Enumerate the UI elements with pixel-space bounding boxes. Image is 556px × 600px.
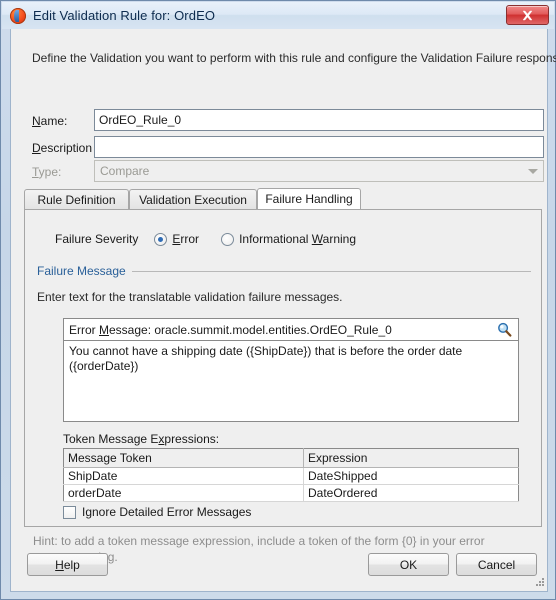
failure-handling-panel: Failure Severity Error Informational War…	[24, 209, 542, 527]
name-label-rest: ame:	[40, 114, 68, 128]
checkbox-control	[63, 505, 76, 519]
help-button-label: Help	[55, 557, 80, 572]
cancel-button[interactable]: Cancel	[456, 553, 537, 576]
failure-message-section-header: Failure Message	[37, 264, 531, 278]
ok-button[interactable]: OK	[368, 553, 449, 576]
dialog-client-area: Define the Validation you want to perfor…	[10, 29, 556, 592]
section-divider	[131, 270, 531, 272]
window-title: Edit Validation Rule for: OrdEO	[33, 8, 216, 23]
cancel-button-label: Cancel	[477, 557, 516, 572]
error-message-header-label: Error Message: oracle.summit.model.entit…	[69, 322, 392, 337]
radio-error-label: Error	[172, 232, 200, 246]
close-button[interactable]	[506, 5, 549, 25]
error-message-group: Error Message: oracle.summit.model.entit…	[63, 318, 519, 422]
token-table-label: Token Message Expressions:	[63, 432, 220, 446]
cell-message-token: ShipDate	[63, 467, 304, 485]
tab-rule-definition[interactable]: Rule Definition	[24, 189, 129, 209]
dialog-window: Edit Validation Rule for: OrdEO Define t…	[0, 0, 556, 600]
token-message-expressions-table: Message Token Expression ShipDate DateSh…	[63, 448, 519, 502]
checkbox-label: Ignore Detailed Error Messages	[82, 505, 252, 519]
radio-informational-warning-label: Informational Warning	[239, 232, 357, 246]
table-row[interactable]: orderDate DateOrdered	[63, 484, 519, 502]
column-header-message-token: Message Token	[63, 448, 304, 468]
chevron-down-icon	[523, 161, 543, 181]
failure-severity-row: Failure Severity Error Informational War…	[55, 232, 378, 246]
radio-error-control	[154, 232, 168, 246]
radio-informational-warning-control	[221, 232, 235, 246]
radio-informational-warning[interactable]: Informational Warning	[221, 232, 356, 246]
type-label: Type:	[32, 165, 62, 179]
enter-text-hint: Enter text for the translatable validati…	[37, 290, 343, 304]
tab-strip: Rule Definition Validation Execution Fai…	[24, 188, 542, 209]
error-message-textarea[interactable]: You cannot have a shipping date ({ShipDa…	[63, 340, 519, 422]
dialog-button-bar: Help OK Cancel	[11, 545, 547, 591]
cell-message-token: orderDate	[63, 484, 304, 502]
help-button[interactable]: Help	[27, 553, 108, 576]
column-header-expression: Expression	[303, 448, 519, 468]
tab-label: Validation Execution	[139, 192, 247, 207]
title-bar: Edit Validation Rule for: OrdEO	[2, 2, 554, 29]
cell-expression: DateShipped	[303, 467, 519, 485]
type-combobox-value: Compare	[100, 164, 150, 178]
tab-validation-execution[interactable]: Validation Execution	[129, 189, 257, 209]
close-icon	[522, 10, 533, 20]
failure-message-section-title: Failure Message	[37, 264, 126, 278]
description-label: Description	[32, 141, 93, 155]
error-message-header: Error Message: oracle.summit.model.entit…	[63, 318, 519, 340]
failure-severity-label: Failure Severity	[55, 232, 139, 246]
table-row[interactable]: ShipDate DateShipped	[63, 467, 519, 485]
intro-text: Define the Validation you want to perfor…	[32, 51, 556, 65]
resize-grip[interactable]	[533, 577, 545, 589]
ignore-detailed-error-messages-checkbox[interactable]: Ignore Detailed Error Messages	[63, 505, 251, 519]
name-input[interactable]	[94, 109, 544, 131]
description-input[interactable]	[94, 136, 544, 158]
ok-button-label: OK	[399, 557, 418, 572]
table-header-row: Message Token Expression	[63, 448, 519, 468]
type-combobox[interactable]: Compare	[94, 160, 544, 182]
tab-label: Rule Definition	[37, 192, 116, 207]
magnifier-icon[interactable]	[493, 320, 515, 340]
radio-error[interactable]: Error	[154, 232, 199, 246]
name-label: Name:	[32, 114, 68, 128]
tab-failure-handling[interactable]: Failure Handling	[257, 188, 361, 209]
cell-expression: DateOrdered	[303, 484, 519, 502]
oracle-round-icon	[10, 7, 26, 24]
tab-label: Failure Handling	[265, 192, 353, 206]
